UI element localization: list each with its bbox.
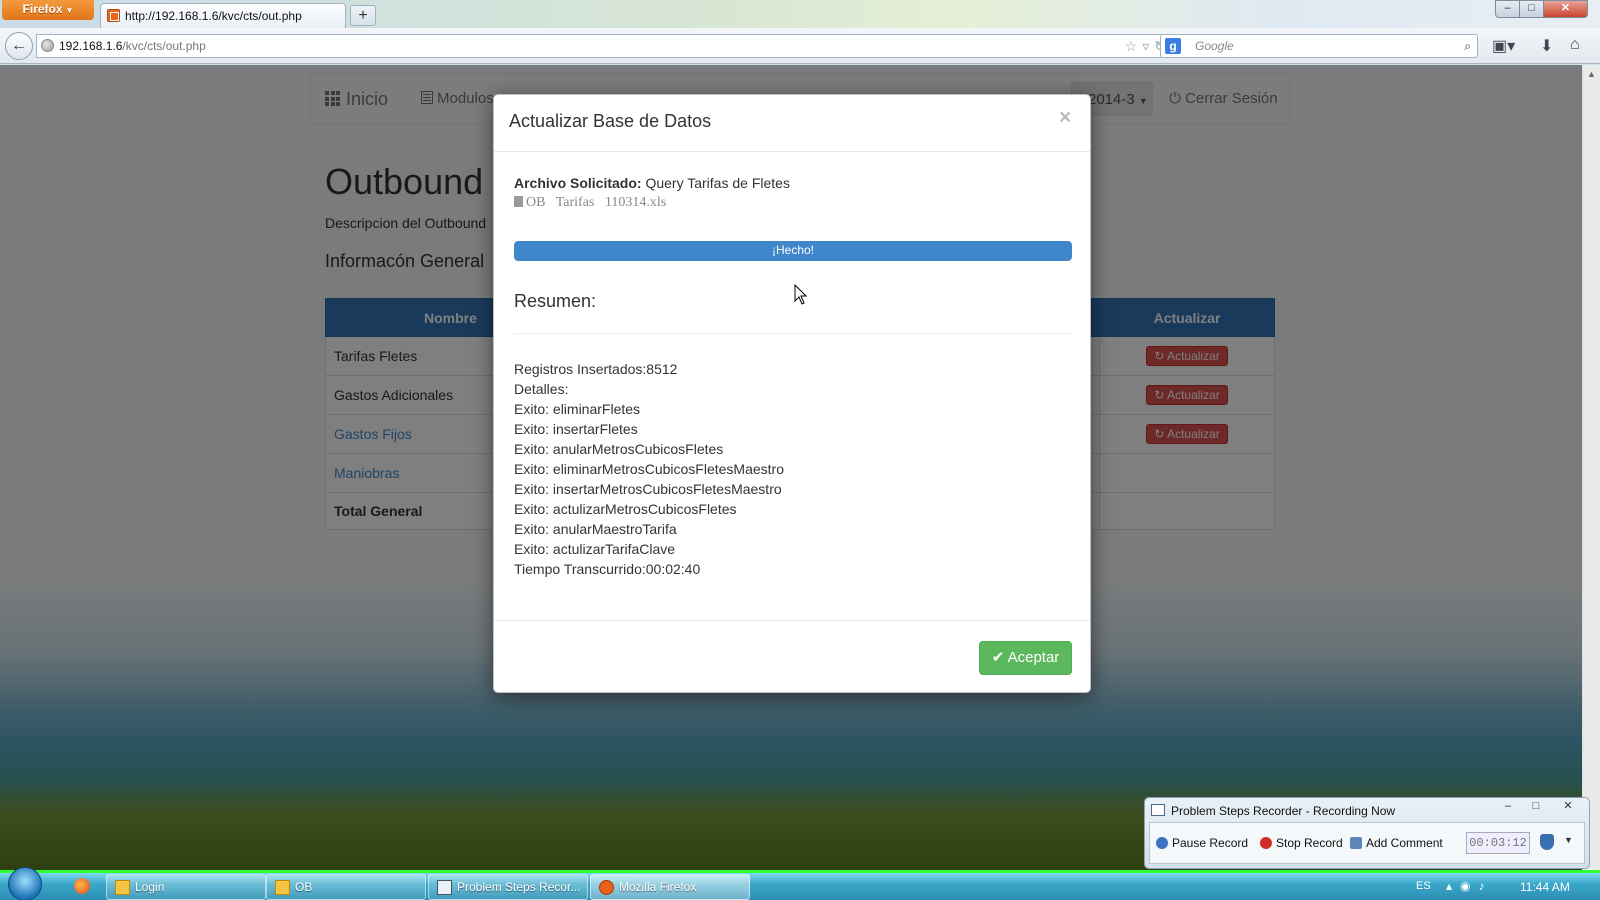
recorder-minimize-button[interactable]: –: [1495, 798, 1521, 816]
file-icon: [514, 196, 523, 207]
home-icon[interactable]: ⌂: [1570, 36, 1580, 54]
stop-record-label: Stop Record: [1276, 836, 1343, 850]
page-viewport: Inicio Modulos 2014-3 ▼ ⏻ Cerrar Sesión …: [0, 65, 1582, 870]
scroll-up-icon[interactable]: ▲: [1587, 69, 1596, 79]
add-comment-button[interactable]: Add Comment: [1350, 836, 1443, 850]
page-favicon-icon: [107, 9, 120, 22]
download-icon[interactable]: ⬇: [1540, 36, 1553, 56]
summary-line: Exito: eliminarFletes: [514, 401, 641, 417]
aceptar-label: Aceptar: [1007, 649, 1060, 666]
back-arrow-icon: ←: [11, 37, 27, 54]
file-name: OB Tarifas 110314.xls: [526, 195, 667, 210]
back-button[interactable]: ←: [5, 32, 33, 60]
recorder-elapsed-time: 00:03:12: [1466, 832, 1530, 854]
modal-close-button[interactable]: ×: [1059, 106, 1071, 130]
google-engine-icon[interactable]: g: [1165, 38, 1181, 54]
firefox-pinned-icon[interactable]: [74, 878, 90, 894]
update-db-modal: Actualizar Base de Datos × Archivo Solic…: [493, 94, 1091, 693]
tab-title: http://192.168.1.6/kvc/cts/out.php: [125, 9, 302, 23]
browser-titlebar: Firefox ▼ http://192.168.1.6/kvc/cts/out.…: [0, 0, 1600, 28]
start-button[interactable]: [8, 867, 42, 900]
taskbar-item-steps-recorder[interactable]: Problem Steps Recor...: [428, 874, 588, 900]
summary-line: Exito: anularMetrosCubicosFletes: [514, 441, 724, 457]
file-label: Archivo Solicitado:: [514, 175, 642, 191]
stop-record-button[interactable]: Stop Record: [1260, 836, 1343, 850]
summary-line: Detalles:: [514, 381, 569, 397]
firefox-menu-label: Firefox: [22, 2, 63, 16]
summary-line: Registros Insertados:8512: [514, 361, 678, 377]
divider: [514, 333, 1072, 334]
bookmarks-menu-icon[interactable]: ▣▾: [1492, 36, 1515, 56]
steps-recorder-window: Problem Steps Recorder - Recording Now –…: [1144, 797, 1590, 869]
summary-line: Exito: eliminarMetrosCubicosFletesMaestr…: [514, 461, 784, 477]
window-close-button[interactable]: ✕: [1543, 0, 1588, 18]
search-icon[interactable]: ⌕: [1464, 35, 1471, 57]
new-tab-button[interactable]: +: [350, 5, 376, 26]
summary-line: Exito: actulizarMetrosCubicosFletes: [514, 501, 737, 517]
summary-line: Tiempo Transcurrido:00:02:40: [514, 561, 701, 577]
comment-icon: [1350, 837, 1362, 849]
pause-record-label: Pause Record: [1172, 836, 1249, 850]
window-minimize-button[interactable]: –: [1495, 0, 1520, 18]
shield-icon[interactable]: [1540, 834, 1554, 850]
firefox-menu-button[interactable]: Firefox ▼: [2, 0, 94, 20]
requested-file: Archivo Solicitado: Query Tarifas de Fle…: [514, 175, 790, 191]
search-placeholder: Google: [1195, 39, 1234, 53]
modal-title: Actualizar Base de Datos: [509, 111, 712, 131]
browser-tab[interactable]: http://192.168.1.6/kvc/cts/out.php: [100, 3, 346, 28]
url-host: 192.168.1.6: [59, 39, 123, 53]
windows-taskbar: Login OB Problem Steps Recor... Mozilla …: [0, 867, 1600, 900]
recorder-close-button[interactable]: ✕: [1551, 798, 1585, 816]
chevron-down-icon: ▼: [65, 6, 74, 15]
summary-line: Exito: insertarFletes: [514, 421, 638, 437]
recorder-maximize-button[interactable]: □: [1523, 798, 1549, 816]
recorder-toolbar: Pause Record Stop Record Add Comment 00:…: [1149, 822, 1585, 864]
recorder-title: Problem Steps Recorder - Recording Now: [1171, 804, 1396, 818]
tray-language[interactable]: ES: [1416, 880, 1431, 892]
progress-track: ¡Hecho!: [514, 241, 1072, 261]
file-name-row: OB Tarifas 110314.xls: [514, 195, 666, 211]
pause-icon: [1156, 837, 1168, 849]
file-value: Query Tarifas de Fletes: [645, 175, 790, 191]
stop-icon: [1260, 837, 1272, 849]
taskbar-item-firefox[interactable]: Mozilla Firefox: [590, 874, 750, 900]
summary-title: Resumen:: [514, 291, 597, 311]
summary-log: Registros Insertados:8512 Detalles: Exit…: [514, 359, 784, 579]
page-scrollbar[interactable]: ▲: [1582, 65, 1600, 870]
globe-icon: [41, 39, 54, 52]
taskbar-item-login[interactable]: Login: [106, 874, 266, 900]
taskbar-item-ob[interactable]: OB: [266, 874, 426, 900]
browser-navbar: ← 192.168.1.6/kvc/cts/out.php ☆▿↻ g Goog…: [0, 28, 1600, 64]
tray-clock[interactable]: 11:44 AM: [1520, 880, 1570, 894]
aceptar-button[interactable]: ✔ Aceptar: [979, 641, 1072, 675]
window-maximize-button[interactable]: □: [1519, 0, 1544, 18]
add-comment-label: Add Comment: [1366, 836, 1443, 850]
address-bar[interactable]: 192.168.1.6/kvc/cts/out.php ☆▿↻: [36, 34, 1178, 58]
pause-record-button[interactable]: Pause Record: [1156, 836, 1248, 850]
summary-line: Exito: anularMaestroTarifa: [514, 521, 677, 537]
progress-bar: ¡Hecho!: [514, 241, 1072, 261]
tray-volume-icon[interactable]: ▴◉♪: [1446, 879, 1493, 893]
url-path: /kvc/cts/out.php: [122, 39, 206, 53]
summary-line: Exito: actulizarTarifaClave: [514, 541, 676, 557]
check-icon: ✔: [991, 649, 1005, 666]
modal-header: Actualizar Base de Datos ×: [494, 95, 1090, 152]
recorder-app-icon: [1151, 804, 1165, 816]
search-input[interactable]: g Google ⌕: [1160, 34, 1478, 58]
summary-line: Exito: insertarMetrosCubicosFletesMaestr…: [514, 481, 782, 497]
recorder-menu-dropdown[interactable]: ▼: [1564, 835, 1573, 845]
modal-footer: ✔ Aceptar: [494, 620, 1090, 692]
